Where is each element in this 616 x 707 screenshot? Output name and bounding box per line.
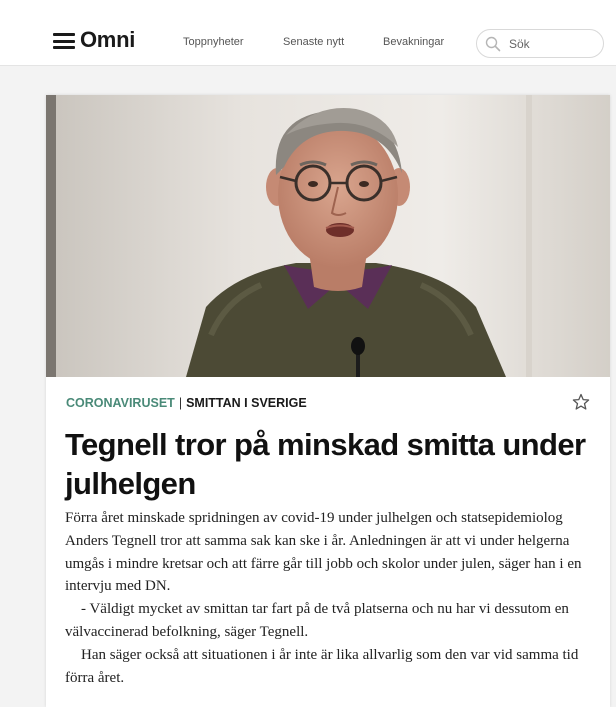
body-paragraph: - Väldigt mycket av smittan tar fart på … [65,601,569,640]
breadcrumb: CORONAVIRUSET | SMITTAN I SVERIGE [66,396,307,410]
star-icon[interactable] [572,393,590,411]
search-icon [485,36,501,52]
article-body: Förra året minskade spridningen av covid… [65,507,601,689]
article-card: CORONAVIRUSET | SMITTAN I SVERIGE Tegnell … [46,95,610,707]
breadcrumb-separator: | [178,396,183,410]
body-paragraph: Han säger också att situationen i år int… [65,646,579,686]
body-paragraph: Förra året minskade spridningen av covid… [65,510,582,595]
subcategory-link[interactable]: SMITTAN I SVERIGE [186,396,307,410]
search-input[interactable] [509,35,597,53]
omni-logo[interactable]: Omni [80,27,135,53]
menu-icon[interactable] [53,33,75,49]
article-headline[interactable]: Tegnell tror på minskad smitta under jul… [65,425,595,503]
person-photo-illustration [46,95,610,377]
nav-senaste-nytt[interactable]: Senaste nytt [283,36,344,48]
category-link[interactable]: CORONAVIRUSET [66,396,175,410]
top-bar: Omni Toppnyheter Senaste nytt Bevakninga… [0,0,616,66]
nav-bevakningar[interactable]: Bevakningar [383,36,444,48]
nav-toppnyheter[interactable]: Toppnyheter [183,36,244,48]
search-box[interactable] [476,29,604,58]
article-photo[interactable] [46,95,610,377]
